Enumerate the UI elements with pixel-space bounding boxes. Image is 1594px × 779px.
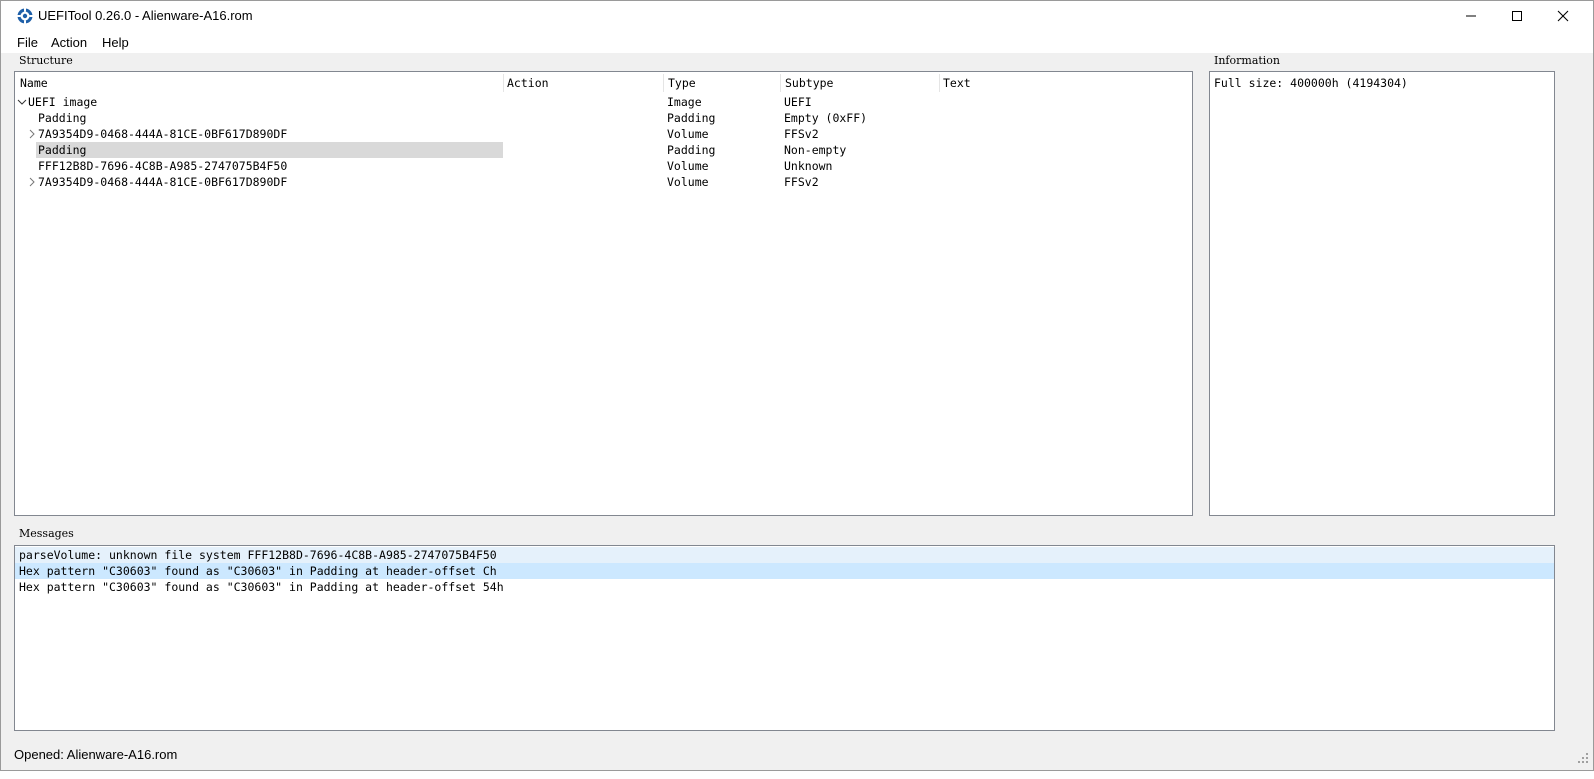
close-button[interactable] <box>1540 1 1586 31</box>
tree-row-selected[interactable]: Padding Padding Non-empty <box>15 142 1192 158</box>
column-divider[interactable] <box>780 74 781 92</box>
message-item[interactable]: parseVolume: unknown file system FFF12B8… <box>15 547 1554 563</box>
tree-row[interactable]: UEFI image Image UEFI <box>15 94 1192 110</box>
tree-cell-name: FFF12B8D-7696-4C8B-A985-2747075B4F50 <box>38 159 288 173</box>
menu-bar: File Action Help <box>1 31 1593 53</box>
column-header-type[interactable]: Type <box>668 76 696 90</box>
tree-cell-subtype: Unknown <box>784 159 833 173</box>
status-bar: Opened: Alienware-A16.rom <box>1 741 1593 766</box>
tree-cell-type: Padding <box>667 143 716 157</box>
app-window: UEFITool 0.26.0 - Alienware-A16.rom File… <box>0 0 1594 771</box>
minimize-button[interactable] <box>1448 1 1494 31</box>
messages-group-title: Messages <box>19 527 74 540</box>
tree-header: Name Action Type Subtype Text <box>15 72 1192 94</box>
message-item-selected[interactable]: Hex pattern "C30603" found as "C30603" i… <box>15 563 1554 579</box>
resize-grip-icon[interactable] <box>1577 752 1589 764</box>
tree-cell-name: Padding <box>38 111 87 125</box>
tree-cell-type: Padding <box>667 111 716 125</box>
tree-cell-type: Volume <box>667 127 709 141</box>
tree-cell-subtype: Empty (0xFF) <box>784 111 868 125</box>
tree-cell-type: Volume <box>667 175 709 189</box>
menu-file[interactable]: File <box>17 35 38 50</box>
menu-help[interactable]: Help <box>102 35 129 50</box>
column-divider[interactable] <box>663 74 664 92</box>
column-divider[interactable] <box>939 74 940 92</box>
tree-cell-name: 7A9354D9-0468-444A-81CE-0BF617D890DF <box>38 175 288 189</box>
message-item[interactable]: Hex pattern "C30603" found as "C30603" i… <box>15 579 1554 595</box>
column-divider[interactable] <box>503 74 504 92</box>
tree-cell-name: Padding <box>38 143 87 157</box>
tree-row[interactable]: 7A9354D9-0468-444A-81CE-0BF617D890DF Vol… <box>15 174 1192 190</box>
menu-action[interactable]: Action <box>51 35 87 50</box>
chevron-right-icon[interactable] <box>27 128 37 140</box>
tree-row[interactable]: FFF12B8D-7696-4C8B-A985-2747075B4F50 Vol… <box>15 158 1192 174</box>
column-header-text[interactable]: Text <box>943 76 971 90</box>
selection-highlight <box>36 142 503 158</box>
minimize-icon <box>1466 15 1476 17</box>
maximize-icon <box>1512 11 1522 21</box>
tree-cell-type: Volume <box>667 159 709 173</box>
tree-row[interactable]: 7A9354D9-0468-444A-81CE-0BF617D890DF Vol… <box>15 126 1192 142</box>
gear-icon <box>17 8 33 24</box>
column-header-action[interactable]: Action <box>507 76 549 90</box>
message-text: parseVolume: unknown file system FFF12B8… <box>19 548 497 562</box>
status-text: Opened: Alienware-A16.rom <box>14 747 178 762</box>
tree-cell-subtype: UEFI <box>784 95 812 109</box>
message-text: Hex pattern "C30603" found as "C30603" i… <box>19 580 504 594</box>
tree-cell-subtype: FFSv2 <box>784 175 819 189</box>
tree-row[interactable]: Padding Padding Empty (0xFF) <box>15 110 1192 126</box>
chevron-right-icon[interactable] <box>27 176 37 188</box>
message-text: Hex pattern "C30603" found as "C30603" i… <box>19 564 497 578</box>
tree-cell-name: UEFI image <box>28 95 98 109</box>
tree-cell-name: 7A9354D9-0468-444A-81CE-0BF617D890DF <box>38 127 288 141</box>
desktop-background <box>0 771 1594 779</box>
chevron-down-icon[interactable] <box>17 96 27 108</box>
column-header-name[interactable]: Name <box>20 76 48 90</box>
column-header-subtype[interactable]: Subtype <box>785 76 833 90</box>
information-text: Full size: 400000h (4194304) <box>1214 76 1408 90</box>
tree-cell-type: Image <box>667 95 702 109</box>
information-panel[interactable]: Full size: 400000h (4194304) <box>1209 71 1555 516</box>
messages-list[interactable]: parseVolume: unknown file system FFF12B8… <box>14 545 1555 731</box>
information-group-title: Information <box>1214 54 1281 67</box>
maximize-button[interactable] <box>1494 1 1540 31</box>
structure-tree[interactable]: Name Action Type Subtype Text UEFI image… <box>14 71 1193 516</box>
window-title: UEFITool 0.26.0 - Alienware-A16.rom <box>38 8 253 23</box>
close-icon <box>1557 10 1569 22</box>
title-bar: UEFITool 0.26.0 - Alienware-A16.rom <box>1 1 1593 31</box>
tree-cell-subtype: FFSv2 <box>784 127 819 141</box>
tree-cell-subtype: Non-empty <box>784 143 847 157</box>
structure-group-title: Structure <box>19 54 73 67</box>
